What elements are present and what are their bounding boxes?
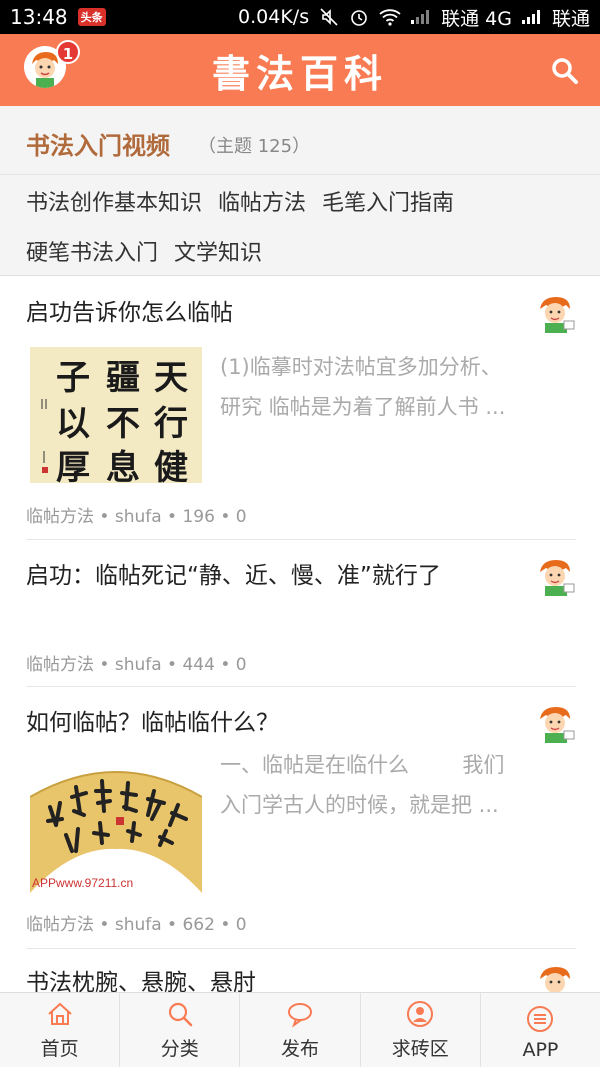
excerpt-line: 一、临帖是在临什么 我们 [220, 753, 505, 777]
excerpt-line: (1)临摹时对法帖宜多加分析、 [220, 355, 502, 379]
tab-label: 求砖区 [391, 1038, 449, 1060]
author-avatar [540, 707, 575, 743]
calligraphy-char: 息 [106, 448, 140, 483]
network-speed: 0.04K/s [238, 6, 310, 28]
divider [0, 174, 600, 175]
home-icon [47, 1002, 72, 1025]
mute-icon [320, 8, 338, 26]
user-avatar-button[interactable]: 1 [24, 40, 80, 88]
tab-app[interactable]: APP [481, 993, 600, 1067]
article-title[interactable]: 如何临帖？临帖临什么？ [26, 705, 349, 741]
toutiao-app-icon: 头条 [77, 8, 106, 26]
article-meta: 临帖方法 • shufa • 662 • 0 [26, 915, 247, 935]
chat-bubble-icon [288, 1003, 312, 1028]
calligraphy-char: 行 [154, 404, 188, 444]
author-avatar [540, 297, 575, 333]
calligraphy-char: 不 [106, 404, 140, 444]
alarm-icon [351, 10, 367, 26]
menu-circle-icon [527, 1006, 554, 1032]
carrier-1: 联通 4G [441, 7, 512, 30]
excerpt-line: 研究 临帖是为着了解前人书 ... [220, 395, 506, 419]
calligraphy-char: 疆 [106, 358, 140, 398]
search-button[interactable] [550, 56, 580, 86]
article-feed: 启功告诉你怎么临帖 天 疆 子 行 不 以 健 息 厚 (1)临摹时对法帖宜多加… [0, 277, 600, 1009]
tab-home[interactable]: 首页 [0, 993, 121, 1067]
tag-brush-guide[interactable]: 毛笔入门指南 [322, 182, 454, 232]
notification-badge: 1 [56, 40, 80, 64]
category-header: 书法入门视频 （主题 125） 书法创作基本知识 临帖方法 毛笔入门指南 硬笔书法入… [0, 106, 600, 276]
status-time: 13:48 [10, 5, 68, 29]
topic-count: （主题 125） [198, 136, 311, 157]
calligraphy-char: 天 [154, 358, 188, 398]
tab-label: 首页 [40, 1038, 79, 1060]
search-icon [168, 1002, 193, 1027]
tab-request[interactable]: 求砖区 [361, 993, 481, 1067]
article-meta: 临帖方法 • shufa • 196 • 0 [26, 507, 247, 527]
search-icon [552, 58, 578, 84]
tab-category[interactable]: 分类 [120, 993, 241, 1067]
tab-label: 分类 [160, 1038, 199, 1060]
article-excerpt: (1)临摹时对法帖宜多加分析、 研究 临帖是为着了解前人书 ... [220, 347, 576, 427]
list-item[interactable]: 启功：临帖死记“静、近、慢、准”就行了 临帖方法 • shufa • 444 •… [26, 540, 576, 687]
tag-creation-basics[interactable]: 书法创作基本知识 [26, 182, 202, 232]
wifi-icon [379, 9, 401, 26]
article-thumbnail[interactable]: APPwww.97211.cn [30, 757, 202, 893]
article-meta: 临帖方法 • shufa • 444 • 0 [26, 655, 247, 675]
tag-copying-method[interactable]: 临帖方法 [218, 182, 306, 232]
author-avatar [540, 560, 575, 596]
list-item[interactable]: 启功告诉你怎么临帖 天 疆 子 行 不 以 健 息 厚 (1)临摹时对法帖宜多加… [26, 277, 576, 540]
list-item[interactable]: 如何临帖？临帖临什么？ APPwww.97211.cn 一、临帖是在临什么 我们… [26, 687, 576, 949]
signal-icon [411, 10, 431, 24]
tab-label: APP [522, 1039, 559, 1061]
tab-post[interactable]: 发布 [240, 993, 361, 1067]
status-bar: 13:48 头条 0.04K/s 联通 4G 联通 [0, 0, 600, 34]
calligraphy-char: 厚 [56, 448, 90, 483]
user-circle-icon [407, 1001, 434, 1027]
bottom-tab-bar: 首页 分类 发布 求砖区 APP [0, 992, 600, 1067]
article-excerpt: 一、临帖是在临什么 我们 入门学古人的时候，就是把 ... [220, 745, 576, 825]
subcategory-tags: 书法创作基本知识 临帖方法 毛笔入门指南 硬笔书法入门 文学知识 [26, 182, 586, 282]
signal-icon [521, 10, 542, 24]
image-watermark: APPwww.97211.cn [32, 876, 133, 890]
calligraphy-char: 健 [154, 448, 188, 483]
article-title[interactable]: 启功：临帖死记“静、近、慢、准”就行了 [26, 558, 496, 594]
article-thumbnail[interactable]: 天 疆 子 行 不 以 健 息 厚 [30, 347, 202, 483]
app-header: 1 書法百科 [0, 34, 600, 106]
carrier-2: 联通 [551, 7, 590, 30]
tab-label: 发布 [281, 1038, 320, 1060]
tag-literature[interactable]: 文学知识 [174, 232, 262, 282]
calligraphy-char: 以 [56, 404, 90, 444]
article-title[interactable]: 启功告诉你怎么临帖 [26, 295, 303, 331]
app-title: 書法百科 [211, 50, 388, 96]
excerpt-line: 入门学古人的时候，就是把 ... [220, 793, 499, 817]
tag-pen-calligraphy[interactable]: 硬笔书法入门 [26, 232, 158, 282]
calligraphy-char: 子 [56, 358, 90, 398]
category-title: 书法入门视频 [26, 132, 170, 160]
